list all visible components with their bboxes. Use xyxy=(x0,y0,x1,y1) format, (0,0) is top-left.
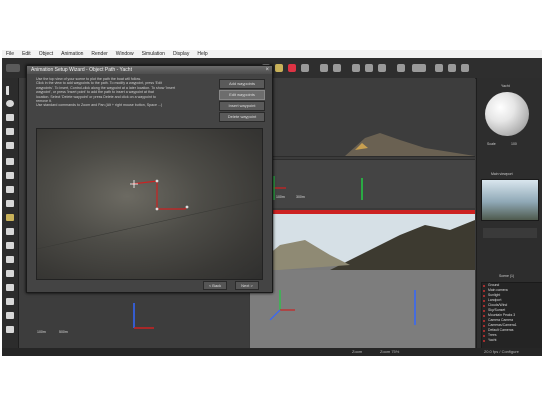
menu-render[interactable]: Render xyxy=(87,51,111,57)
tree-icon[interactable] xyxy=(6,158,14,165)
panel-toolbar xyxy=(483,228,537,238)
close-icon[interactable]: × xyxy=(265,66,269,74)
scene-item[interactable]: Yacht xyxy=(482,338,542,343)
scene-header: Scene (1) xyxy=(499,274,515,278)
app-window: File Edit Object Animation Render Window Simul… xyxy=(2,50,542,356)
menu-window[interactable]: Window xyxy=(112,51,138,57)
front-scale-left: 100m xyxy=(276,195,285,199)
scale-icon[interactable] xyxy=(333,64,341,72)
material-icon[interactable] xyxy=(448,64,456,72)
edit-waypoints-button[interactable]: Edit waypoints xyxy=(219,90,265,100)
scale-label: Scale xyxy=(487,142,496,146)
path-editor-canvas[interactable] xyxy=(36,128,263,280)
menu-simulation[interactable]: Simulation xyxy=(138,51,169,57)
scale-label-right: 500m xyxy=(59,330,68,334)
record-icon[interactable] xyxy=(288,64,296,72)
terrain-icon[interactable] xyxy=(6,200,14,207)
water-icon[interactable] xyxy=(6,186,14,193)
light-bulb-icon[interactable] xyxy=(6,214,14,221)
link-icon[interactable] xyxy=(352,64,360,72)
material-name: Yacht xyxy=(501,84,510,88)
animation-icon[interactable] xyxy=(6,298,14,305)
render-icon[interactable] xyxy=(412,64,426,72)
fog-icon[interactable] xyxy=(6,256,14,263)
material-preview[interactable] xyxy=(485,92,529,136)
menu-help[interactable]: Help xyxy=(193,51,211,57)
align-icon[interactable] xyxy=(378,64,386,72)
insert-waypoint-button[interactable]: Insert waypoint xyxy=(219,101,265,111)
rotate-icon[interactable] xyxy=(320,64,328,72)
menu-object[interactable]: Object xyxy=(35,51,57,57)
scene-list: Ground Main camera Sunlight Landport Clouds/… xyxy=(481,282,542,356)
menu-display[interactable]: Display xyxy=(169,51,193,57)
brush-icon[interactable] xyxy=(6,172,14,179)
front-view-viewport[interactable]: 100m 300m xyxy=(250,78,475,208)
light-icon[interactable] xyxy=(435,64,443,72)
menu-edit[interactable]: Edit xyxy=(18,51,35,57)
animation-wizard-dialog: Animation Setup Wizard - Object Path - Y… xyxy=(26,65,273,293)
left-tool-strip xyxy=(2,78,19,348)
delete-waypoint-button[interactable]: Delete waypoint xyxy=(219,112,265,122)
text-icon[interactable] xyxy=(6,114,14,121)
sphere-icon[interactable] xyxy=(6,100,14,107)
perspective-scene xyxy=(250,210,475,348)
wizard-instructions: Use the top view of your scene to plot t… xyxy=(36,77,176,108)
viewport-thumbnail[interactable] xyxy=(481,179,539,221)
scale-label-left: 100m xyxy=(37,330,46,334)
menu-file[interactable]: File xyxy=(2,51,18,57)
crosshair-icon xyxy=(130,180,138,188)
next-button[interactable]: Next > xyxy=(235,281,259,290)
right-panel: Yacht Scale 100 Main viewport Scene (1) … xyxy=(476,78,542,356)
snap-icon[interactable] xyxy=(365,64,373,72)
back-button[interactable]: < Back xyxy=(203,281,227,290)
pointer-icon[interactable] xyxy=(6,86,14,95)
camera-icon[interactable] xyxy=(397,64,405,72)
front-scale-right: 300m xyxy=(296,195,305,199)
grid-icon[interactable] xyxy=(6,142,14,149)
viewport-thumb-label: Main viewport xyxy=(491,172,513,176)
select-icon[interactable] xyxy=(275,64,283,72)
atmosphere-icon[interactable] xyxy=(6,270,14,277)
menu-bar: File Edit Object Animation Render Window Simul… xyxy=(2,50,542,58)
front-view-scene xyxy=(250,78,475,200)
globe-icon[interactable] xyxy=(301,64,309,72)
toolbar-icon[interactable] xyxy=(6,64,20,72)
wizard-title: Animation Setup Wizard - Object Path - Y… xyxy=(27,66,272,74)
path-icon[interactable] xyxy=(6,242,14,249)
status-fps: 20.0 fps / Configure xyxy=(484,349,519,354)
help-icon[interactable] xyxy=(461,64,469,72)
status-zoom: Zoom xyxy=(352,349,363,354)
camera-tool-icon[interactable] xyxy=(6,284,14,291)
status-zoom-value: Zoom 75% xyxy=(380,349,400,354)
perspective-viewport[interactable] xyxy=(250,210,475,348)
menu-animation[interactable]: Animation xyxy=(57,51,87,57)
path-overlay xyxy=(37,179,262,250)
scale-value[interactable]: 100 xyxy=(511,142,517,146)
cube-icon[interactable] xyxy=(6,128,14,135)
lock-icon[interactable] xyxy=(6,312,14,319)
status-bar: Zoom Zoom 75% 20.0 fps / Configure xyxy=(2,348,542,356)
add-waypoints-button[interactable]: Add waypoints xyxy=(219,79,265,89)
cloud-icon[interactable] xyxy=(6,228,14,235)
trash-icon[interactable] xyxy=(6,326,14,333)
